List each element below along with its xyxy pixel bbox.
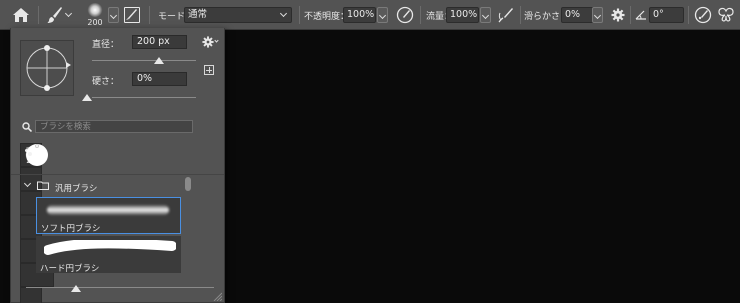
flow-dropdown[interactable]: [480, 7, 491, 23]
scrollbar-thumb[interactable]: [185, 177, 191, 191]
opacity-input[interactable]: 100%: [343, 7, 376, 23]
brush-size-readout: 200: [87, 18, 103, 27]
pressure-opacity-icon[interactable]: [396, 6, 414, 24]
size-slider-thumb[interactable]: [154, 57, 164, 64]
mode-value: 通常: [188, 9, 208, 20]
brush-preset-panel: 直径： 200 px 硬さ： 0% ブラシを検索 15: [10, 28, 225, 303]
recent-brush[interactable]: [20, 144, 42, 303]
folder-icon: [37, 181, 49, 190]
symmetry-icon[interactable]: [718, 7, 734, 23]
resize-grip-icon[interactable]: [212, 291, 223, 302]
preview-arrow-icon[interactable]: [66, 62, 71, 68]
options-bar: 200 モード： 通常 不透明度： 100% 流量： 100% 滑らかさ： 0%…: [0, 0, 740, 30]
chevron-down-icon[interactable]: [64, 9, 73, 18]
preview-size-slider-thumb[interactable]: [71, 285, 81, 292]
chevron-down-icon[interactable]: [214, 38, 219, 43]
brush-tool-icon[interactable]: [47, 6, 63, 24]
size-input[interactable]: 200 px: [132, 35, 187, 49]
mode-select[interactable]: 通常: [184, 7, 292, 23]
brush-preset-icon: [87, 3, 103, 17]
chevron-down-icon: [279, 9, 288, 18]
hardness-slider-thumb[interactable]: [82, 94, 92, 101]
gear-icon[interactable]: [202, 36, 214, 48]
opacity-dropdown[interactable]: [377, 7, 388, 23]
brush-preset-dropdown[interactable]: [108, 7, 119, 23]
angle-input[interactable]: 0°: [649, 7, 684, 23]
brush-settings-panel-icon[interactable]: [124, 7, 140, 23]
brush-tip-preview[interactable]: [20, 40, 74, 96]
brush-name: ハード円ブラシ: [40, 264, 100, 274]
search-placeholder: ブラシを検索: [40, 122, 91, 132]
brush-group-name[interactable]: 汎用ブラシ: [55, 182, 97, 194]
brush-preset-picker[interactable]: 200: [84, 1, 106, 29]
size-slider-track[interactable]: [92, 60, 196, 61]
brush-list-item-selected[interactable]: ソフト円ブラシ: [36, 197, 181, 234]
brush-search-input[interactable]: ブラシを検索: [35, 120, 193, 133]
new-preset-icon[interactable]: [204, 65, 214, 75]
preview-size-slider-track[interactable]: [26, 287, 214, 288]
brush-name: ソフト円ブラシ: [41, 224, 101, 234]
search-icon: [22, 122, 33, 133]
brush-stroke-preview: [43, 238, 177, 255]
hardness-slider-track[interactable]: [92, 97, 196, 98]
airbrush-icon[interactable]: [497, 6, 515, 24]
home-icon[interactable]: [12, 7, 30, 23]
brush-list-item[interactable]: ハード円ブラシ: [36, 236, 181, 274]
angle-icon: [635, 9, 647, 20]
size-label: 直径：: [92, 40, 120, 50]
brush-stroke-preview: [47, 205, 169, 215]
smoothing-dropdown[interactable]: [592, 7, 603, 23]
recent-brushes: 15 25 8: [20, 142, 199, 303]
divider: [11, 174, 224, 175]
brush-preview: [28, 152, 32, 156]
hardness-label: 硬さ：: [92, 77, 120, 87]
flow-input[interactable]: 100%: [446, 7, 479, 23]
pressure-indicator-icon: [35, 144, 39, 148]
hardness-input[interactable]: 0%: [132, 72, 187, 86]
pressure-size-icon[interactable]: [694, 6, 712, 24]
gear-icon[interactable]: [611, 8, 625, 22]
